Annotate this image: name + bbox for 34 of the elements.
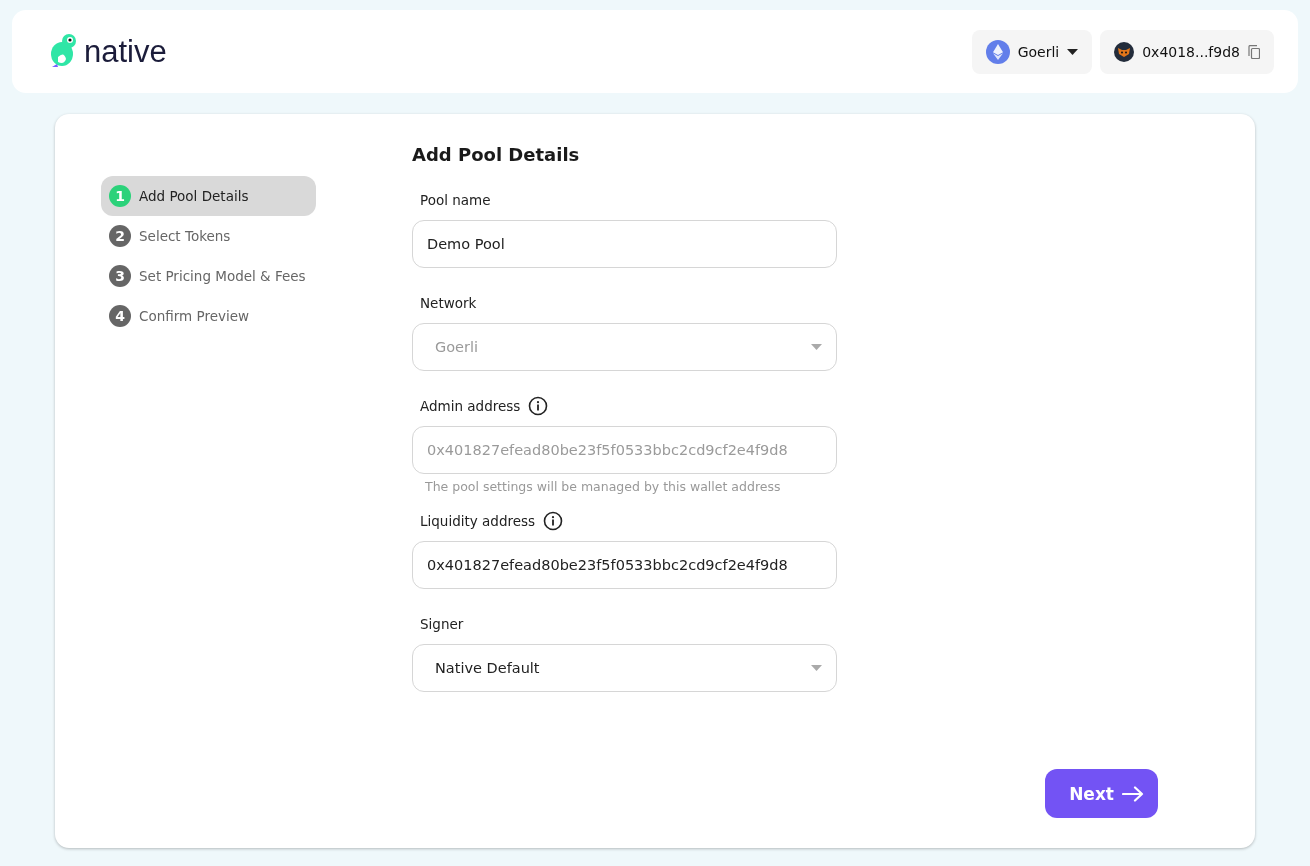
step-number-icon: 2 [109,225,131,247]
field-label: Network [420,295,477,311]
dropdown-caret-icon [811,344,822,350]
field-label: Admin address [420,398,521,414]
step-label: Add Pool Details [139,188,249,204]
step-item[interactable]: 1 Add Pool Details [101,176,316,216]
text-field[interactable]: 0x401827efead80be23f5f0533bbc2cd9cf2e4f9d8 [412,541,837,589]
dropdown-caret-icon [811,665,822,671]
step-label: Confirm Preview [139,308,250,324]
wallet-button[interactable]: 0x4018...f9d8 [1100,29,1274,74]
logo-text: native [84,33,167,70]
step-number-icon: 4 [109,305,131,327]
field-label: Liquidity address [420,513,536,529]
step-item[interactable]: 3 Set Pricing Model & Fees [101,256,316,296]
next-button[interactable]: Next [1045,769,1158,818]
step-item[interactable]: 4 Confirm Preview [101,296,316,336]
copy-icon[interactable] [1248,44,1260,59]
field-label: Signer [420,616,464,632]
caret-icon [1067,48,1079,55]
step-number-icon: 1 [109,185,131,207]
ethereum-icon [985,39,1010,64]
helper-text: The pool settings will be managed by this wallet address [424,479,782,494]
fox-icon [1114,41,1135,62]
network-selector[interactable]: Goerli [971,29,1093,74]
step-label: Set Pricing Model & Fees [139,268,306,284]
info-icon[interactable] [543,511,564,531]
step-number-icon: 3 [109,265,131,287]
arrow-right-icon [1122,785,1144,802]
step-label: Select Tokens [139,228,231,244]
select-field[interactable]: Native Default [412,644,837,692]
step-item[interactable]: 2 Select Tokens [101,216,316,256]
form-title: Add Pool Details [412,144,581,166]
field-label: Pool name [420,192,491,208]
text-field[interactable]: Demo Pool [412,220,837,268]
